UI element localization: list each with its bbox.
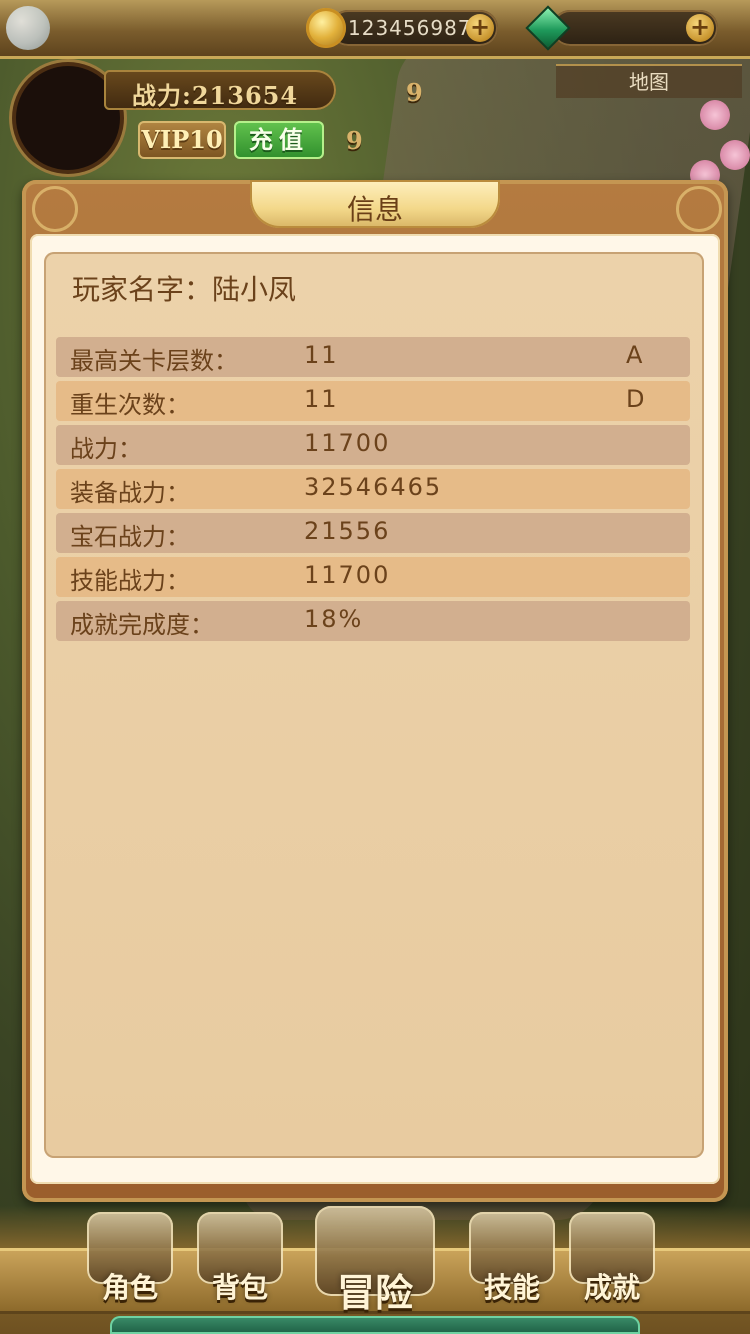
stat-label: 最高关卡层数： xyxy=(70,347,238,375)
nav-label: 成就 xyxy=(583,1271,640,1304)
gold-counter: 123456987 + xyxy=(306,8,498,48)
nav-label: 角色 xyxy=(101,1271,158,1304)
combat-power-label: 战力:213654 xyxy=(132,81,299,110)
stat-label: 技能战力： xyxy=(70,567,190,595)
panel-corner-ornament xyxy=(32,186,78,232)
stat-grade: A xyxy=(626,341,643,369)
stat-row-equipment-power: 装备战力： 32546465 xyxy=(56,469,690,509)
vip-button[interactable]: VIP10 xyxy=(138,121,226,159)
panel-title: 信息 xyxy=(346,193,403,226)
gem-counter: + xyxy=(525,5,718,51)
stat-value: 11 xyxy=(304,385,339,413)
stat-value: 18% xyxy=(304,605,364,633)
nav-achievement[interactable]: 成就 xyxy=(550,1206,674,1316)
level-badge: 9 xyxy=(406,78,423,107)
bottom-green-bar xyxy=(110,1316,640,1334)
nav-label: 背包 xyxy=(211,1271,268,1304)
flower-decoration xyxy=(700,100,730,130)
map-button[interactable]: 地图 xyxy=(556,64,742,98)
count-badge: 9 xyxy=(346,126,363,155)
add-gem-button[interactable]: + xyxy=(686,14,714,42)
player-name: 玩家名字：陆小凤 xyxy=(72,273,297,306)
moon-icon xyxy=(6,6,50,50)
stat-grade: D xyxy=(626,385,645,413)
add-gold-button[interactable]: + xyxy=(466,14,494,42)
stat-label: 重生次数： xyxy=(70,391,190,419)
stat-label: 战力： xyxy=(70,435,142,463)
stat-value: 11700 xyxy=(304,429,391,457)
gold-value: 123456987 xyxy=(348,16,472,40)
recharge-button[interactable]: 充值 xyxy=(234,121,324,159)
nav-label: 冒险 xyxy=(336,1270,413,1315)
stat-value: 32546465 xyxy=(304,473,443,501)
panel-corner-ornament xyxy=(676,186,722,232)
nav-bag[interactable]: 背包 xyxy=(178,1206,302,1316)
stat-label: 装备战力： xyxy=(70,479,190,507)
stat-row-achievement-progress: 成就完成度： 18% xyxy=(56,601,690,641)
stat-value: 11 xyxy=(304,341,339,369)
stat-row-highest-stage: 最高关卡层数： 11 A xyxy=(56,337,690,377)
top-resource-bar: 123456987 + + xyxy=(0,0,750,59)
stat-value: 21556 xyxy=(304,517,391,545)
stat-row-rebirth-count: 重生次数： 11 D xyxy=(56,381,690,421)
stat-value: 11700 xyxy=(304,561,391,589)
stat-row-combat-power: 战力： 11700 xyxy=(56,425,690,465)
combat-power-plate: 战力:213654 xyxy=(104,70,336,110)
panel-title-plate: 信息 xyxy=(250,180,500,228)
flower-decoration xyxy=(720,140,750,170)
gem-icon xyxy=(525,5,571,51)
nav-adventure[interactable]: 冒险 xyxy=(302,1206,448,1316)
nav-role[interactable]: 角色 xyxy=(68,1206,192,1316)
gold-coin-icon xyxy=(306,8,346,48)
stat-label: 宝石战力： xyxy=(70,523,190,551)
stat-row-skill-power: 技能战力： 11700 xyxy=(56,557,690,597)
stat-label: 成就完成度： xyxy=(70,611,214,639)
stat-row-gem-power: 宝石战力： 21556 xyxy=(56,513,690,553)
